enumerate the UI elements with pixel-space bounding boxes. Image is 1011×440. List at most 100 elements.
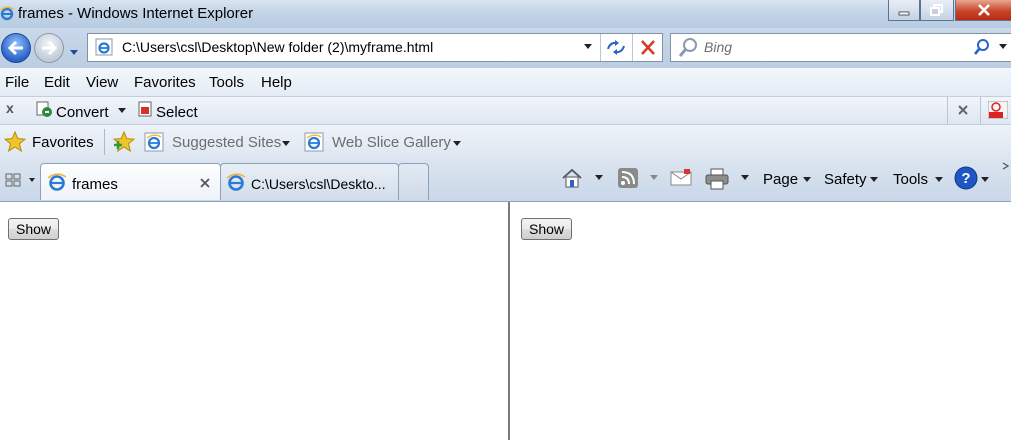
stop-button[interactable] [637,37,659,58]
popup-blocker-icon[interactable] [988,101,1008,119]
tab-bar: frames C:\Users\csl\Deskto... Page Safet… [0,159,1011,202]
refresh-icon [607,40,625,55]
address-bar[interactable]: C:\Users\csl\Desktop\New folder (2)\myfr… [87,33,663,62]
menu-tools[interactable]: Tools [209,74,244,91]
tab-myframe[interactable]: C:\Users\csl\Deskto... [220,163,399,200]
ie-logo-icon [0,6,14,21]
minimize-button[interactable] [888,0,920,21]
back-button[interactable] [1,33,31,63]
ie-logo-icon [47,173,67,191]
new-tab-button[interactable] [398,163,429,200]
chevron-down-icon [282,141,290,146]
chevron-down-icon [650,175,658,180]
tab-list-button[interactable] [26,165,39,195]
chevron-down-icon [584,44,592,49]
restore-button[interactable] [920,0,954,21]
chevron-down-icon [741,175,749,180]
page-menu-label: Page [763,171,799,188]
search-options-dropdown[interactable] [999,44,1007,49]
convert-icon [36,101,52,117]
title-bar[interactable]: frames - Windows Internet Explorer [0,0,1011,28]
safety-menu-button[interactable]: Safety [824,165,882,195]
chevron-down-icon [118,108,126,113]
page-content: Show Show [0,202,1011,440]
star-icon [4,131,26,152]
page-menu-button[interactable]: Page [763,165,813,195]
left-frame: Show [0,202,508,440]
toolbar-close-button[interactable]: x [6,100,14,116]
ie-page-icon [144,132,164,152]
select-icon [138,101,152,117]
menu-help[interactable]: Help [261,74,292,91]
home-button[interactable] [561,165,609,195]
svg-text:?: ? [961,170,970,187]
restore-icon [930,4,943,16]
favorites-label: Favorites [32,134,94,151]
menu-file[interactable]: File [5,74,29,91]
chevron-down-icon [453,141,461,146]
help-button[interactable]: ? [954,165,994,195]
right-frame: Show [510,202,1011,440]
left-show-button[interactable]: Show [8,218,60,240]
web-slice-gallery-label: Web Slice Gallery [332,134,451,151]
read-mail-icon[interactable] [670,168,692,188]
menu-favorites[interactable]: Favorites [134,74,196,91]
search-icon[interactable] [973,38,991,56]
forward-button[interactable] [34,33,64,63]
chevron-right-icon[interactable] [1002,161,1011,171]
chevron-down-icon [595,175,603,180]
menu-edit[interactable]: Edit [44,74,70,91]
search-placeholder[interactable]: Bing [704,39,732,55]
rss-feed-icon [618,168,638,188]
separator [104,129,105,155]
printer-icon [705,168,729,190]
chevron-down-icon [29,178,35,182]
close-tab-icon[interactable] [199,177,211,189]
convert-dropdown[interactable] [118,108,126,113]
close-icon[interactable] [957,104,969,116]
chevron-down-icon [870,177,878,182]
page-icon [95,38,113,56]
ie-page-icon [304,132,324,152]
select-label: Select [156,104,198,121]
address-url[interactable]: C:\Users\csl\Desktop\New folder (2)\myfr… [122,39,433,55]
home-icon [562,168,582,188]
tools-menu-label: Tools [893,171,929,188]
right-show-button[interactable]: Show [521,218,573,240]
tab-label: C:\Users\csl\Deskto... [251,176,386,192]
window-title: frames - Windows Internet Explorer [18,5,254,22]
stop-icon [641,40,655,55]
bing-search-icon [678,38,697,57]
ie-logo-icon [226,173,246,191]
back-arrow-icon [7,40,23,56]
close-icon [977,4,990,16]
feeds-button[interactable] [617,165,663,195]
navigation-bar: C:\Users\csl\Desktop\New folder (2)\myfr… [0,28,1011,68]
chevron-down-icon [981,177,989,182]
separator [600,34,601,61]
print-button[interactable] [705,165,751,195]
add-to-favorites-icon[interactable] [112,131,138,153]
tab-frames[interactable]: frames [40,163,221,200]
menu-bar: File Edit View Favorites Tools Help [0,68,1011,97]
search-box[interactable]: Bing [670,33,1011,62]
tools-menu-button[interactable]: Tools [893,165,945,195]
suggested-sites-label: Suggested Sites [172,134,282,151]
menu-view[interactable]: View [86,74,118,91]
favorites-bar: Favorites Suggested Sites Web Slice Gall… [0,125,1011,159]
convert-label: Convert [56,104,109,121]
chevron-down-icon [999,44,1007,49]
tab-label: frames [72,176,118,193]
quick-tabs-button[interactable] [2,165,24,195]
refresh-button[interactable] [604,37,628,58]
separator [947,97,948,124]
quick-tabs-icon [5,173,21,187]
close-window-button[interactable] [955,0,1011,21]
recent-pages-dropdown[interactable] [69,44,79,62]
chevron-down-icon [935,177,943,182]
chevron-down-icon [803,177,811,182]
safety-menu-label: Safety [824,171,867,188]
separator [632,34,633,61]
address-dropdown[interactable] [584,44,592,49]
minimize-icon [898,11,910,16]
